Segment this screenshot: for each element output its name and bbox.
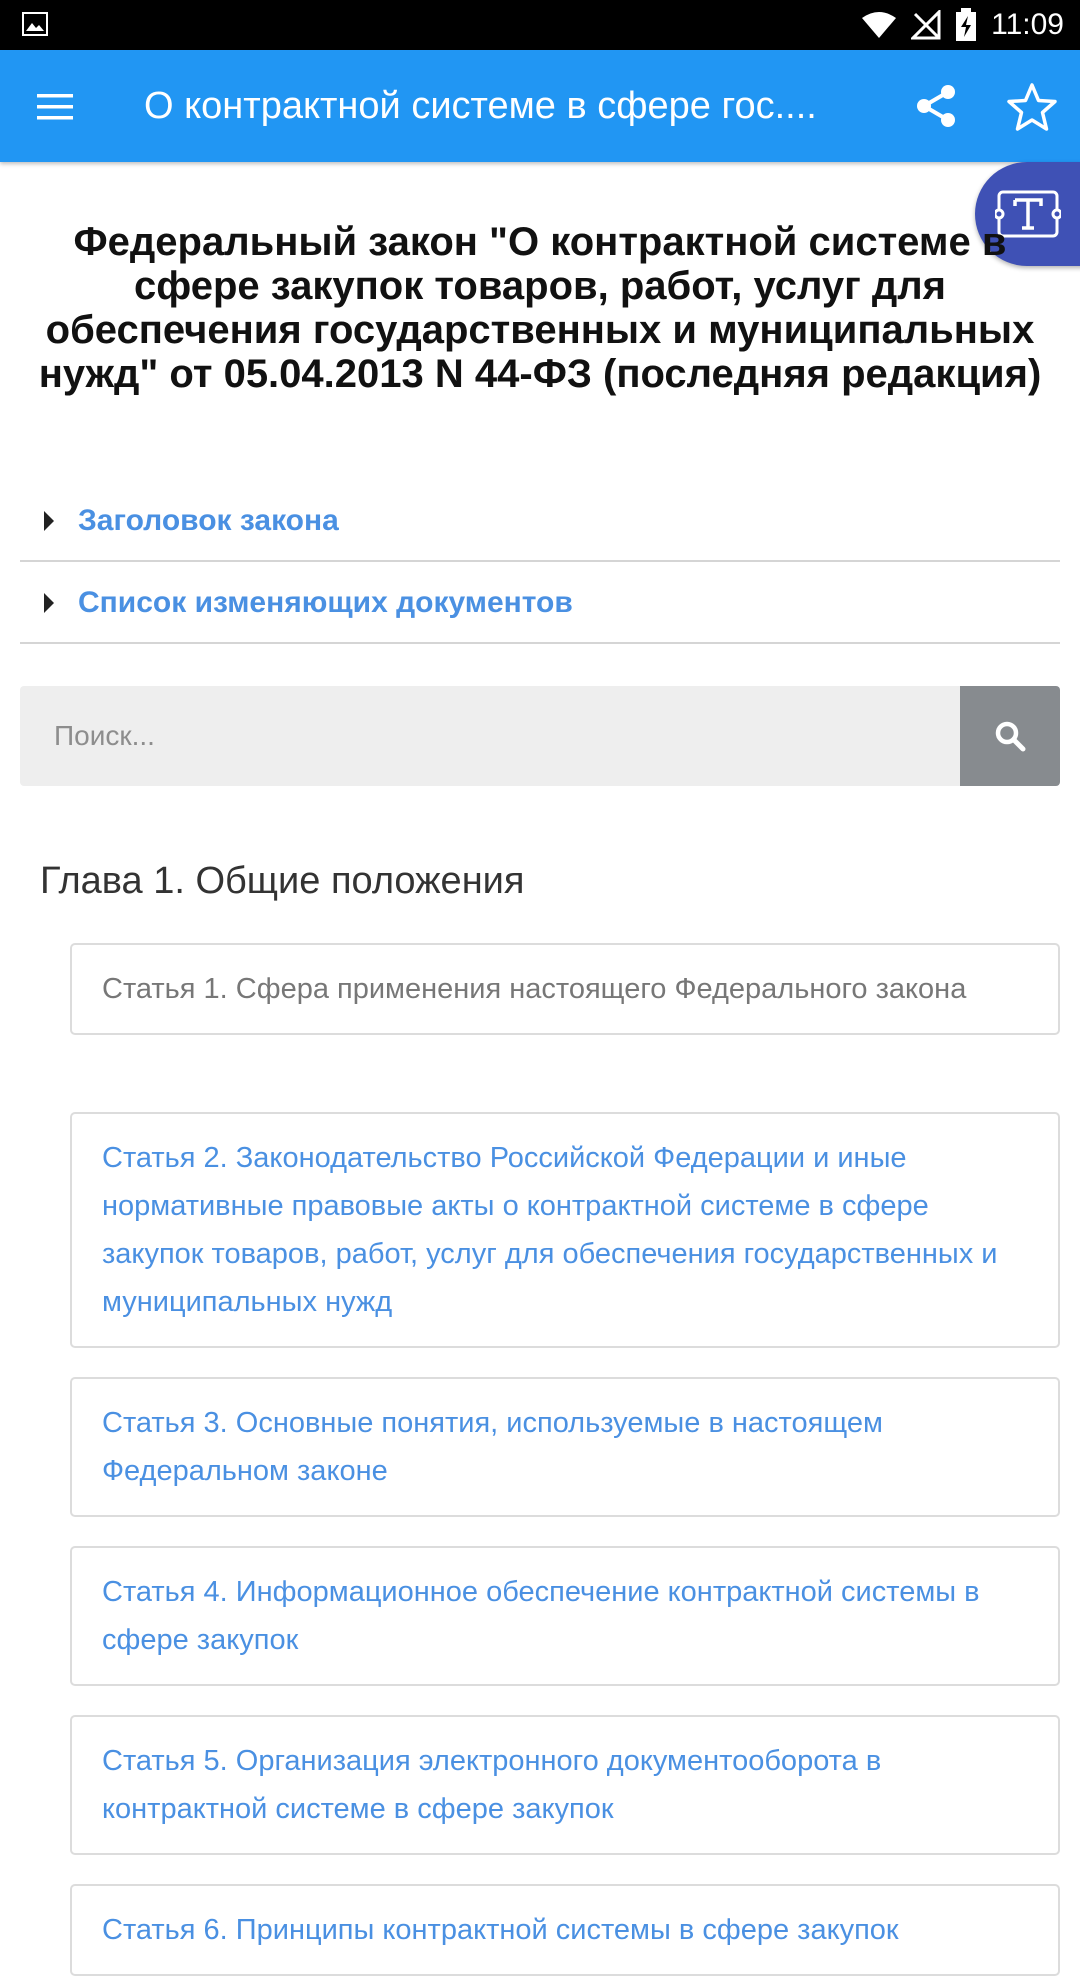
- expand-triangle-icon: [44, 593, 54, 613]
- chapter-title: Глава 1. Общие положения: [40, 860, 525, 902]
- clock: 11:09: [991, 8, 1064, 41]
- search-bar: [20, 686, 1060, 786]
- menu-button[interactable]: [20, 72, 90, 142]
- battery-charging-icon: [956, 8, 977, 41]
- article-label: Статья 6. Принципы контрактной системы в…: [102, 1914, 899, 1946]
- section-amending-docs[interactable]: Список изменяющих документов: [20, 564, 1060, 644]
- document-title: Федеральный закон "О контрактной системе…: [38, 220, 1042, 396]
- section-label: Заголовок закона: [78, 504, 339, 537]
- favorite-button[interactable]: [1000, 76, 1064, 140]
- app-bar: О контрактной системе в сфере гос....: [0, 50, 1080, 162]
- star-outline-icon: [1007, 83, 1057, 131]
- article-item[interactable]: Статья 3. Основные понятия, используемые…: [70, 1377, 1060, 1517]
- article-label: Статья 5. Организация электронного докум…: [102, 1745, 882, 1825]
- article-label: Статья 1. Сфера применения настоящего Фе…: [102, 973, 967, 1005]
- article-item[interactable]: Статья 1. Сфера применения настоящего Фе…: [70, 943, 1060, 1035]
- status-bar: 11:09: [0, 0, 1080, 50]
- article-label: Статья 2. Законодательство Российской Фе…: [102, 1142, 998, 1318]
- article-label: Статья 4. Информационное обеспечение кон…: [102, 1576, 980, 1656]
- no-signal-icon: [911, 10, 941, 40]
- expand-triangle-icon: [44, 511, 54, 531]
- gallery-icon: [22, 12, 48, 36]
- hamburger-menu-icon: [37, 94, 73, 120]
- search-icon: [995, 721, 1026, 752]
- wifi-icon: [862, 12, 897, 38]
- section-law-header[interactable]: Заголовок закона: [20, 482, 1060, 562]
- article-item[interactable]: Статья 5. Организация электронного докум…: [70, 1715, 1060, 1855]
- search-input[interactable]: [20, 686, 960, 786]
- app-title: О контрактной системе в сфере гос....: [144, 85, 817, 127]
- article-item[interactable]: Статья 6. Принципы контрактной системы в…: [70, 1884, 1060, 1976]
- article-item[interactable]: Статья 2. Законодательство Российской Фе…: [70, 1112, 1060, 1348]
- article-item[interactable]: Статья 4. Информационное обеспечение кон…: [70, 1546, 1060, 1686]
- section-label: Список изменяющих документов: [78, 586, 573, 619]
- share-icon: [917, 85, 955, 127]
- article-label: Статья 3. Основные понятия, используемые…: [102, 1407, 883, 1487]
- search-button[interactable]: [960, 686, 1060, 786]
- share-button[interactable]: [906, 76, 966, 136]
